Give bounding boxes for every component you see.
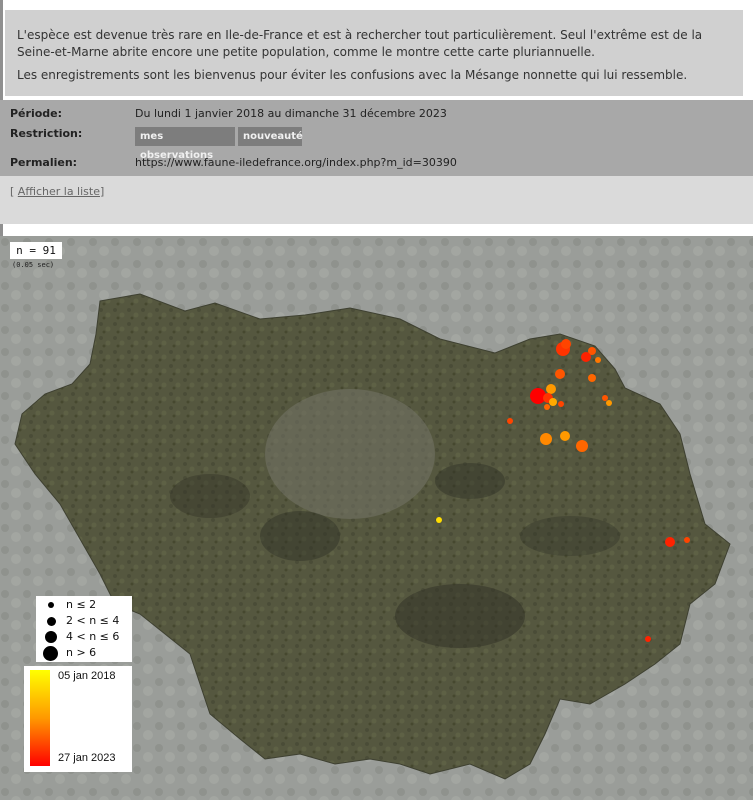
species-description: L'espèce est devenue très rare en Ile-de… [5,10,743,96]
forest-area [170,474,250,518]
observation-point[interactable] [602,395,608,401]
observation-point[interactable] [576,440,588,452]
observation-count: n = 91 [10,242,62,259]
extra-large-dot-icon [43,646,58,661]
my-observations-filter-button[interactable]: mes observations [135,127,235,161]
observation-point[interactable] [684,537,690,543]
size-legend-label: 2 < n ≤ 4 [66,614,120,627]
observation-point[interactable] [507,418,513,424]
observation-point[interactable] [588,374,596,382]
observation-point[interactable] [540,433,552,445]
date-color-legend: 05 jan 2018 27 jan 2023 [24,666,132,772]
observation-point[interactable] [595,357,601,363]
query-metadata: Période: Du lundi 1 janvier 2018 au dima… [0,100,753,176]
medium-dot-icon [47,617,56,626]
description-paragraph-2: Les enregistrements sont les bienvenus p… [17,68,688,82]
observation-point[interactable] [581,352,591,362]
bracket-close: ] [99,185,105,198]
query-time: (0.05 sec) [12,261,55,269]
description-paragraph-1: L'espèce est devenue très rare en Ile-de… [17,28,703,59]
observation-point[interactable] [549,398,557,406]
forest-area [395,584,525,648]
observation-point[interactable] [561,339,571,349]
permalink-value: https://www.faune-iledefrance.org/index.… [135,156,457,169]
observation-point[interactable] [546,384,556,394]
size-legend-row: 2 < n ≤ 4 [36,613,132,629]
observation-point[interactable] [544,404,550,410]
period-value: Du lundi 1 janvier 2018 au dimanche 31 d… [135,107,447,120]
forest-area [260,511,340,561]
observation-point[interactable] [665,537,675,547]
observation-point[interactable] [436,517,442,523]
show-list-link[interactable]: [ Afficher la liste] [10,185,104,198]
new-items-filter-button[interactable]: nouveauté [238,127,303,146]
observation-point[interactable] [645,636,651,642]
size-legend: n ≤ 2 2 < n ≤ 4 4 < n ≤ 6 n > 6 [36,596,132,662]
size-legend-row: n > 6 [36,645,132,661]
small-dot-icon [48,602,54,608]
gradient-start-date: 05 jan 2018 [58,670,116,682]
period-label: Période: [10,107,63,120]
observation-map[interactable]: n = 91 (0.05 sec) n ≤ 2 2 < n ≤ 4 4 < n … [0,236,753,800]
size-legend-row: 4 < n ≤ 6 [36,629,132,645]
large-dot-icon [45,631,57,643]
size-legend-label: n > 6 [66,646,97,659]
size-legend-label: 4 < n ≤ 6 [66,630,120,643]
forest-area [520,516,620,556]
show-list-label: Afficher la liste [17,185,100,198]
observation-point[interactable] [560,431,570,441]
forest-area [435,463,505,499]
page: L'espèce est devenue très rare en Ile-de… [0,0,753,800]
observation-point[interactable] [606,400,612,406]
list-toggle-bar: [ Afficher la liste] [0,176,753,224]
bracket-open: [ [10,185,18,198]
observation-point[interactable] [558,401,564,407]
size-legend-label: n ≤ 2 [66,598,97,611]
urban-area [265,389,435,519]
permalink-label: Permalien: [10,156,78,169]
size-legend-row: n ≤ 2 [36,597,132,613]
observation-point[interactable] [555,369,565,379]
date-gradient-bar [30,670,50,766]
gradient-end-date: 27 jan 2023 [58,752,116,764]
restriction-label: Restriction: [10,127,83,140]
